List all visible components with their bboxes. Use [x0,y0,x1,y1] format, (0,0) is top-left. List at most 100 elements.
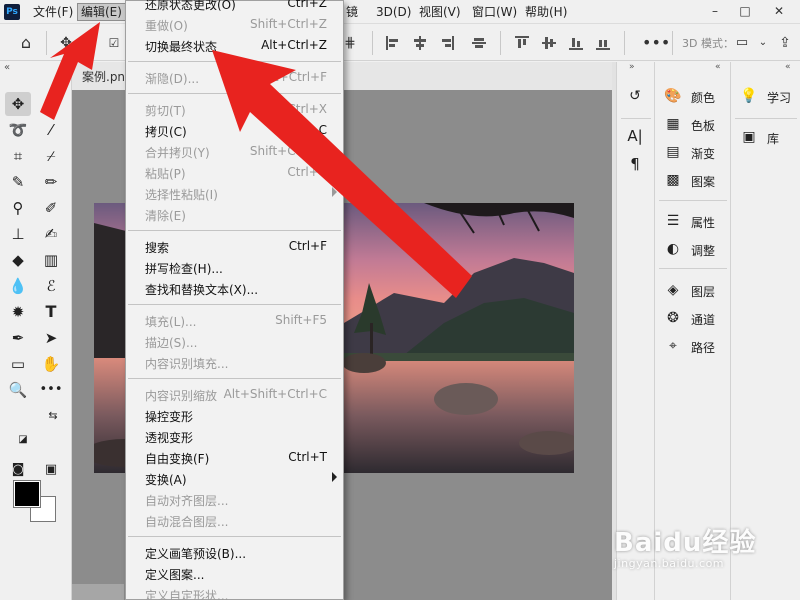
align-hcenter-icon[interactable] [413,36,427,50]
move-tool-icon[interactable]: ✥ [5,92,31,116]
menu-window[interactable]: 窗口(W) [469,3,520,21]
panel-label-channels[interactable]: 通道 [691,311,715,328]
share-icon[interactable]: ⇪ [775,33,795,53]
quick-mask-icon[interactable]: ◙ [5,458,31,482]
hand-tool-icon[interactable]: ✋ [38,352,64,376]
menu-3d[interactable]: 3D(D) [373,3,414,21]
align-bottom-icon[interactable] [569,36,583,50]
edit-menu-item[interactable]: 拷贝(C) Ctrl+C [126,120,343,141]
adjustments-icon[interactable]: ◐ [663,239,683,259]
edit-menu-item[interactable]: 切换最终状态 Alt+Ctrl+Z [126,35,343,56]
menu-view[interactable]: 视图(V) [416,3,464,21]
quick-selection-tool-icon[interactable]: ⁄ [38,118,64,142]
collapse-panels-icon[interactable]: « [715,62,721,74]
edit-menu-item[interactable]: 操控变形 [126,405,343,426]
more-tools-icon[interactable]: ••• [38,378,64,402]
panel-label-libraries[interactable]: 库 [767,130,779,147]
align-left-icon[interactable] [386,36,400,50]
clone-stamp-tool-icon[interactable]: ⚲ [5,196,31,220]
panel-label-learn[interactable]: 学习 [767,89,791,106]
gradient-icon[interactable]: ▤ [663,142,683,162]
maximize-button[interactable]: □ [730,0,760,22]
edit-menu-item[interactable]: 自由变换(F) Ctrl+T [126,447,343,468]
menu-help[interactable]: 帮助(H) [522,3,570,21]
menu-separator [128,304,341,305]
menu-item-label: 填充(L)... [145,315,197,329]
zoom-tool-icon[interactable]: 🔍 [5,378,31,402]
gradient-tool-icon[interactable]: ▥ [38,248,64,272]
menu-image-partial[interactable]: 镜 [343,3,361,21]
default-colors-icon[interactable]: ◪ [10,428,36,452]
menu-item-label: 还原状态更改(O) [145,0,236,12]
screen-mode-icon[interactable]: ▣ [38,458,64,482]
paragraph-icon[interactable]: ¶ [625,154,645,174]
panel-label-swatches[interactable]: 色板 [691,117,715,134]
canvas-scroll-region[interactable] [72,584,124,600]
panel-label-properties[interactable]: 属性 [691,214,715,231]
edit-menu-item[interactable]: 拼写检查(H)... [126,257,343,278]
panel-label-adjustments[interactable]: 调整 [691,242,715,259]
panel-label-gradients[interactable]: 渐变 [691,145,715,162]
edit-menu-item[interactable]: 变换(A) [126,468,343,489]
type-tool-icon[interactable]: T [38,300,64,324]
dodge-tool-icon[interactable]: ℰ [38,274,64,298]
align-middle-icon[interactable] [542,36,556,50]
learn-icon[interactable]: 💡 [739,86,759,106]
align-vcenter-icon[interactable] [472,36,486,50]
collapse-panels-icon[interactable]: « [785,62,791,74]
pattern-icon[interactable]: ▩ [663,170,683,190]
panel-label-color[interactable]: 颜色 [691,89,715,106]
menu-item-label: 拷贝(C) [145,125,187,139]
edit-menu-item[interactable]: 定义图案... [126,563,343,584]
marquee-tool-icon[interactable]: ⬚ [38,92,64,116]
panel-label-patterns[interactable]: 图案 [691,173,715,190]
foreground-color-swatch[interactable] [13,480,41,508]
edit-menu-item[interactable]: 定义画笔预设(B)... [126,542,343,563]
edit-menu-item[interactable]: 查找和替换文本(X)... [126,278,343,299]
stamp-tool-icon[interactable]: ⊥ [5,222,31,246]
character-icon[interactable]: A| [625,126,645,146]
eraser-tool-icon[interactable]: ◆ [5,248,31,272]
edit-menu-item[interactable]: 透视变形 [126,426,343,447]
blur-tool-icon[interactable]: 💧 [5,274,31,298]
art-brush-tool-icon[interactable]: ✍ [38,222,64,246]
brush-tool-icon[interactable]: ✏ [38,170,64,194]
libraries-icon[interactable]: ▣ [739,127,759,147]
sponge-tool-icon[interactable]: ✹ [5,300,31,324]
pen-tool-icon[interactable]: ✒ [5,326,31,350]
rectangle-tool-icon[interactable]: ▭ [5,352,31,376]
watermark-logo-text: Baidu经验 [614,528,757,558]
more-options-icon[interactable]: ••• [642,33,670,53]
panel-label-layers[interactable]: 图层 [691,283,715,300]
swatches-icon[interactable]: ▦ [663,114,683,134]
chevron-down-icon[interactable]: ⌄ [753,33,773,53]
panel-label-paths[interactable]: 路径 [691,339,715,356]
edit-menu-item[interactable]: 搜索 Ctrl+F [126,236,343,257]
align-top-icon[interactable] [515,36,529,50]
crop-tool-icon[interactable]: ⌗ [5,144,31,168]
collapse-panels-icon[interactable]: » [629,62,635,74]
paths-icon[interactable]: ⌖ [663,336,683,356]
layers-icon[interactable]: ◈ [663,280,683,300]
channels-icon[interactable]: ❂ [663,308,683,328]
3d-mode-icon[interactable]: ▭ [732,33,752,53]
history-brush-tool-icon[interactable]: ✐ [38,196,64,220]
menu-edit[interactable]: 编辑(E) [77,3,126,21]
distribute-bottom-icon[interactable] [596,36,610,50]
minimize-button[interactable]: – [700,0,730,22]
edit-menu-item[interactable]: 还原状态更改(O) Ctrl+Z [126,0,343,14]
history-icon[interactable]: ↺ [625,86,645,106]
menu-file[interactable]: 文件(F) [30,3,76,21]
healing-brush-tool-icon[interactable]: ✎ [5,170,31,194]
swap-colors-icon[interactable]: ⇆ [40,404,66,428]
eyedropper-tool-icon[interactable]: ⌿ [38,144,64,168]
lasso-tool-icon[interactable]: ➰ [5,118,31,142]
path-selection-tool-icon[interactable]: ➤ [38,326,64,350]
move-tool-icon[interactable]: ✥ [56,33,76,53]
palette-icon[interactable]: 🎨 [663,86,683,106]
properties-icon[interactable]: ☰ [663,211,683,231]
align-right-icon[interactable] [440,36,454,50]
close-button[interactable]: ✕ [764,0,794,22]
home-icon[interactable]: ⌂ [16,33,36,53]
checkbox-icon[interactable]: ☑ [104,33,124,53]
